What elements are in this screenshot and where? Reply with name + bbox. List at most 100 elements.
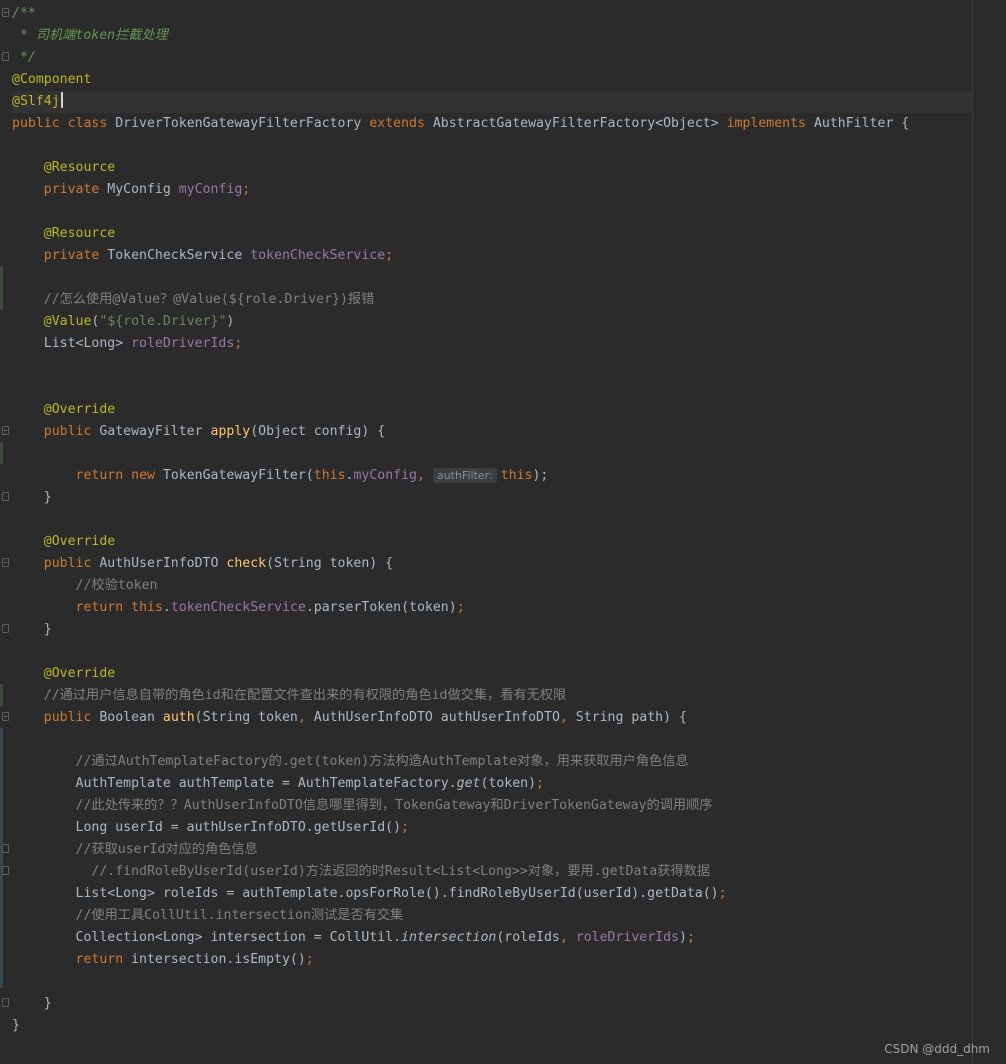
code-text: (String token [194,710,298,725]
field: tokenCheckService [170,600,306,615]
code-line[interactable]: return intersection.isEmpty(); [12,949,972,971]
fold-icon[interactable] [2,712,9,721]
code-line[interactable]: List<Long> roleIds = authTemplate.opsFor… [12,883,972,905]
punctuation: ; [401,820,409,835]
code-text: (token) [480,776,537,791]
method-name: auth [162,710,195,725]
code-editor[interactable]: /** * 司机端token拦截处理 */ @Component @Slf4j … [0,0,1006,1064]
fold-icon[interactable] [2,624,9,633]
code-line[interactable]: */ [12,47,972,69]
code-line[interactable]: @Resource [12,157,972,179]
code-text: MyConfig [99,182,179,197]
keyword: public [12,116,60,131]
code-line[interactable]: @Override [12,399,972,421]
javadoc-comment: * 司机端token拦截处理 [12,28,168,43]
annotation: @Override [43,402,116,417]
text-caret [60,92,63,108]
fold-icon[interactable] [2,558,9,567]
code-text: List<Long> [12,336,132,351]
code-text: ) [678,930,687,945]
static-method: intersection [401,930,497,945]
code-line[interactable]: public GatewayFilter apply(Object config… [12,421,972,443]
code-text: .parserToken(token) [305,600,457,615]
code-line[interactable]: //校验token [12,575,972,597]
code-line[interactable]: @Value("${role.Driver}") [12,311,972,333]
keyword: return [75,952,124,967]
code-line[interactable]: return this.tokenCheckService.parserToke… [12,597,972,619]
fold-icon[interactable] [2,8,9,17]
fold-icon[interactable] [2,426,9,435]
code-text: AuthUserInfoDTO [91,556,227,571]
code-line[interactable]: } [12,1015,972,1037]
javadoc-comment: */ [12,50,36,65]
code-text: } [12,622,52,637]
keyword: this [500,468,533,483]
code-text: (String token) { [266,556,394,571]
code-line[interactable]: Collection<Long> intersection = CollUtil… [12,927,972,949]
annotation: @Component [12,72,92,87]
code-line[interactable]: @Override [12,531,972,553]
fold-icon[interactable] [2,866,9,875]
code-line[interactable]: public Boolean auth(String token, AuthUs… [12,707,972,729]
class-name: DriverTokenGatewayFilterFactory [107,116,370,131]
code-text: ) [226,314,235,329]
code-line[interactable]: public class DriverTokenGatewayFilterFac… [12,113,972,135]
code-line[interactable]: Long userId = authUserInfoDTO.getUserId(… [12,817,972,839]
punctuation: ; [536,776,544,791]
code-text: GatewayFilter [91,424,211,439]
code-line[interactable]: private MyConfig myConfig; [12,179,972,201]
code-line[interactable]: List<Long> roleDriverIds; [12,333,972,355]
code-line[interactable]: private TokenCheckService tokenCheckServ… [12,245,972,267]
comment: //.findRoleByUserId(userId)方法返回的时Result<… [91,864,711,879]
code-line[interactable]: } [12,619,972,641]
fold-icon[interactable] [2,844,9,853]
code-line[interactable]: @Component [12,69,972,91]
annotation: @Resource [43,226,116,241]
code-line[interactable]: //通过用户信息自带的角色id和在配置文件查出来的有权限的角色id做交集，看有无… [12,685,972,707]
code-text: String path) { [567,710,687,725]
keyword: public [43,556,92,571]
code-line[interactable]: //此处传来的？？AuthUserInfoDTO信息哪里得到，TokenGate… [12,795,972,817]
current-code-line[interactable]: @Slf4j [12,91,972,113]
code-text: (roleIds [496,930,560,945]
code-text: AuthTemplate authTemplate = AuthTemplate… [12,776,457,791]
code-line[interactable]: //.findRoleByUserId(userId)方法返回的时Result<… [12,861,972,883]
code-line[interactable]: public AuthUserInfoDTO check(String toke… [12,553,972,575]
code-text: List<Long> roleIds = authTemplate.opsFor… [12,886,719,901]
code-line[interactable]: //使用工具CollUtil.intersection测试是否有交集 [12,905,972,927]
punctuation: ; [456,600,465,615]
fold-icon[interactable] [2,998,9,1007]
fold-icon[interactable] [2,492,9,501]
code-line[interactable]: } [12,993,972,1015]
vcs-change-marker [0,684,3,706]
comment: //通过AuthTemplateFactory的.get(token)方法构造A… [75,754,689,769]
code-line[interactable]: //通过AuthTemplateFactory的.get(token)方法构造A… [12,751,972,773]
code-line[interactable]: @Resource [12,223,972,245]
code-line[interactable]: AuthTemplate authTemplate = AuthTemplate… [12,773,972,795]
code-line[interactable]: * 司机端token拦截处理 [12,25,972,47]
code-text: TokenCheckService [99,248,251,263]
code-line[interactable]: return new TokenGatewayFilter(this.myCon… [12,465,972,487]
annotation: @Resource [43,160,116,175]
code-line[interactable]: //怎么使用@Value？@Value(${role.Driver})报错 [12,289,972,311]
code-line[interactable]: /** [12,3,972,25]
punctuation: ; [718,886,727,901]
annotation: @Value [43,314,92,329]
fold-icon[interactable] [2,52,9,61]
code-line[interactable]: @Override [12,663,972,685]
punctuation: , [297,710,306,725]
code-text: TokenGatewayFilter( [154,468,314,483]
code-line[interactable]: } [12,487,972,509]
code-line[interactable]: //获取userId对应的角色信息 [12,839,972,861]
